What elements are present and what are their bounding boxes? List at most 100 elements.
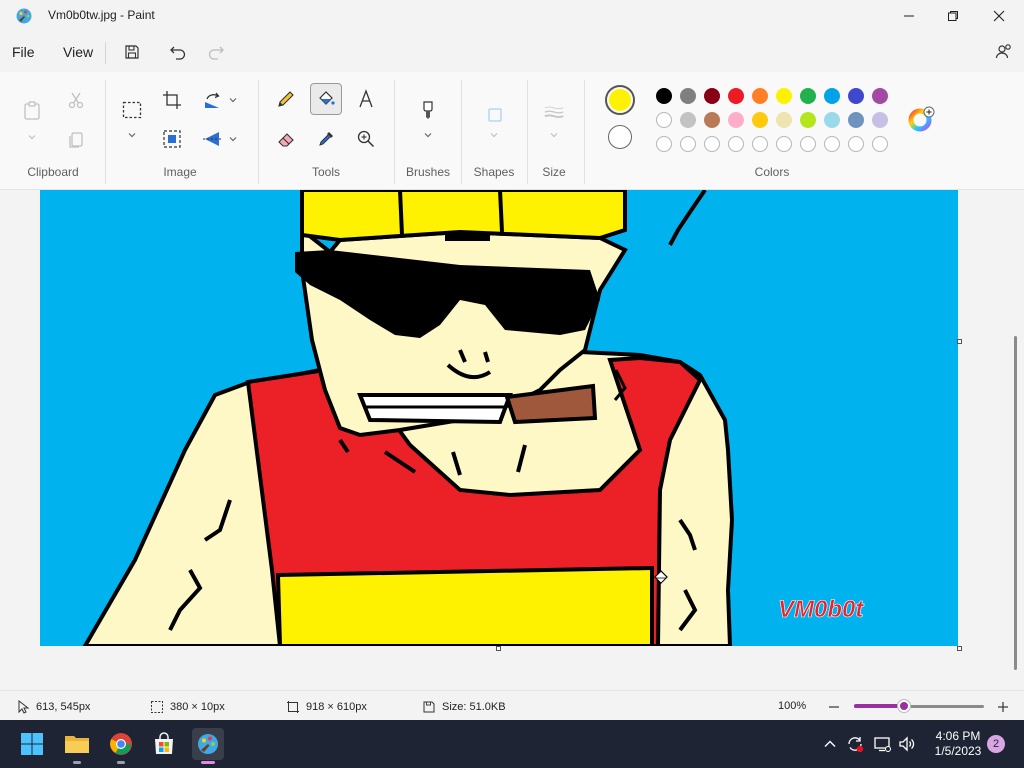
tray-sync-button[interactable]	[845, 734, 865, 754]
notification-badge[interactable]: 2	[987, 735, 1005, 753]
resize-handle-bottom[interactable]	[496, 646, 501, 651]
vertical-scrollbar[interactable]	[1014, 336, 1017, 670]
taskbar-file-explorer[interactable]	[61, 728, 93, 764]
edit-colors-button[interactable]	[906, 103, 938, 135]
paste-button[interactable]	[16, 94, 48, 126]
paste-chevron-down-icon[interactable]	[27, 132, 37, 142]
artwork-image[interactable]: VM0b0t	[40, 190, 958, 648]
redo-button[interactable]	[202, 40, 230, 64]
palette-swatch[interactable]	[800, 88, 816, 104]
taskbar-store[interactable]	[148, 728, 180, 760]
rotate-chevron-down-icon[interactable]	[228, 95, 238, 105]
resize-icon	[163, 130, 181, 148]
shapes-button[interactable]	[479, 99, 511, 131]
size-chevron-down-icon[interactable]	[549, 130, 559, 140]
palette-swatch[interactable]	[824, 112, 840, 128]
palette-swatch[interactable]	[728, 88, 744, 104]
tray-volume-button[interactable]	[897, 734, 917, 754]
menu-file[interactable]: File	[12, 44, 35, 60]
ribbon-divider	[394, 80, 395, 184]
canvas-size-text: 918 × 610px	[306, 701, 367, 713]
taskbar-clock[interactable]: 4:06 PM 1/5/2023	[928, 729, 988, 759]
palette-swatch[interactable]	[776, 112, 792, 128]
chevron-up-icon	[824, 740, 836, 747]
custom-color-slot[interactable]	[656, 136, 672, 152]
zoom-out-button[interactable]	[827, 700, 841, 714]
palette-swatch[interactable]	[656, 88, 672, 104]
custom-color-slot[interactable]	[872, 136, 888, 152]
select-button[interactable]	[116, 94, 148, 126]
rotate-button[interactable]	[196, 84, 228, 116]
menu-view[interactable]: View	[63, 44, 93, 60]
palette-swatch[interactable]	[680, 112, 696, 128]
custom-color-slot[interactable]	[680, 136, 696, 152]
clock-date: 1/5/2023	[934, 744, 982, 758]
taskbar-paint[interactable]	[192, 728, 224, 764]
secondary-color-button[interactable]	[608, 125, 632, 149]
shapes-chevron-down-icon[interactable]	[489, 130, 499, 140]
zoom-level-text[interactable]: 100%	[778, 700, 806, 712]
custom-color-slot[interactable]	[728, 136, 744, 152]
show-hidden-icons-button[interactable]	[820, 734, 840, 754]
minimize-icon	[904, 15, 914, 17]
zoom-slider-thumb[interactable]	[898, 700, 910, 712]
cut-button[interactable]	[60, 84, 92, 116]
palette-swatch[interactable]	[776, 88, 792, 104]
custom-color-slot[interactable]	[704, 136, 720, 152]
palette-swatch[interactable]	[872, 112, 888, 128]
custom-color-slot[interactable]	[800, 136, 816, 152]
copy-button[interactable]	[60, 123, 92, 155]
palette-swatch[interactable]	[848, 88, 864, 104]
select-chevron-down-icon[interactable]	[127, 130, 137, 140]
ribbon-divider	[461, 80, 462, 184]
share-button[interactable]	[990, 40, 1018, 64]
resize-handle-corner[interactable]	[957, 646, 962, 651]
custom-color-slot[interactable]	[824, 136, 840, 152]
palette-swatch[interactable]	[800, 112, 816, 128]
custom-color-slot[interactable]	[776, 136, 792, 152]
close-button[interactable]	[976, 0, 1022, 32]
brushes-chevron-down-icon[interactable]	[423, 130, 433, 140]
zoom-in-button[interactable]	[996, 700, 1010, 714]
palette-swatch[interactable]	[704, 112, 720, 128]
start-button[interactable]	[16, 728, 48, 760]
size-button[interactable]	[538, 96, 570, 128]
taskbar-chrome[interactable]	[105, 728, 137, 764]
palette-swatch[interactable]	[704, 88, 720, 104]
fill-tool[interactable]	[310, 83, 342, 115]
brush-icon	[423, 101, 433, 119]
title-bar: Vm0b0tw.jpg - Paint	[0, 0, 1024, 32]
ribbon-divider	[105, 80, 106, 184]
line-weight-icon	[544, 106, 564, 118]
chrome-icon	[110, 733, 132, 755]
primary-color-button[interactable]	[605, 85, 635, 115]
flip-button[interactable]	[196, 123, 228, 155]
undo-button[interactable]	[164, 40, 192, 64]
save-button[interactable]	[118, 40, 146, 64]
palette-swatch[interactable]	[752, 112, 768, 128]
maximize-button[interactable]	[930, 0, 976, 32]
text-tool[interactable]	[350, 83, 382, 115]
crop-button[interactable]	[156, 84, 188, 116]
palette-swatch[interactable]	[728, 112, 744, 128]
custom-color-slot[interactable]	[752, 136, 768, 152]
palette-swatch[interactable]	[656, 112, 672, 128]
magnifier-tool[interactable]	[350, 123, 382, 155]
flip-chevron-down-icon[interactable]	[228, 134, 238, 144]
resize-handle-right[interactable]	[957, 339, 962, 344]
palette-swatch[interactable]	[872, 88, 888, 104]
color-picker-tool[interactable]	[310, 123, 342, 155]
pencil-tool[interactable]	[270, 83, 302, 115]
tray-network-button[interactable]	[872, 734, 892, 754]
brushes-button[interactable]	[412, 94, 444, 126]
minimize-button[interactable]	[886, 0, 932, 32]
palette-swatch[interactable]	[680, 88, 696, 104]
resize-button[interactable]	[156, 123, 188, 155]
custom-color-slot[interactable]	[848, 136, 864, 152]
palette-swatch[interactable]	[848, 112, 864, 128]
eraser-tool[interactable]	[270, 123, 302, 155]
palette-swatch[interactable]	[752, 88, 768, 104]
zoom-magnifier-icon	[357, 130, 375, 148]
palette-swatch[interactable]	[824, 88, 840, 104]
drawing-canvas[interactable]: VM0b0t	[40, 190, 958, 648]
